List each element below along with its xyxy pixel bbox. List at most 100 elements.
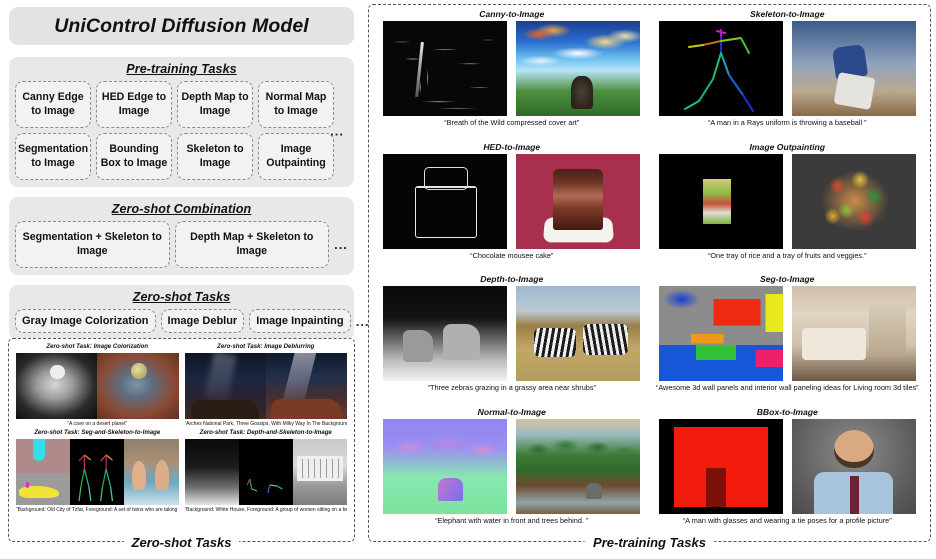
zeroshot-combination-group: Zero-shot Combination Segmentation + Ske… <box>9 197 354 275</box>
output-image-living-room <box>791 286 916 382</box>
zeroshot-example-task: Depth-and-Skeleton-to-Image <box>246 428 332 436</box>
zeroshot-example-images <box>16 352 179 419</box>
figure-root: UniControl Diffusion Model Pre-training … <box>0 0 936 559</box>
zeroshot-example-title: Zero-shot Task: Image Colorization <box>16 343 179 351</box>
task-chip-bounding-box[interactable]: Bounding Box to Image <box>96 133 173 180</box>
zeroshot-example-prefix: Zero-shot Task: <box>34 428 80 436</box>
tie-shape <box>850 475 859 514</box>
pretraining-example-caption: “Breath of the Wild compressed cover art… <box>444 119 580 128</box>
zeroshot-combination-heading: Zero-shot Combination <box>111 202 252 216</box>
pretraining-example-title: Image Outpainting <box>749 141 825 152</box>
pretraining-examples-grid: Canny-to-Image “Breath of the Wild compr… <box>374 8 925 538</box>
pretraining-tasks-group: Pre-training Tasks Canny Edge to Image H… <box>9 57 354 187</box>
output-image-fruit-tray <box>791 153 916 249</box>
output-image-white-house <box>292 438 348 505</box>
task-chip-depth-map[interactable]: Depth Map to Image <box>177 81 253 128</box>
zeroshot-example-prefix: Zero-shot Task: <box>217 343 263 350</box>
task-chip-skeleton[interactable]: Skeleton to Image <box>177 133 254 180</box>
zeroshot-example-title: Zero-shot Task: Image Deblurring <box>185 343 348 351</box>
zeroshot-tasks-group: Zero-shot Tasks Gray Image Colorization … <box>9 285 369 340</box>
input-image-segmentation-map <box>16 438 71 505</box>
skeleton-icon <box>246 478 283 494</box>
zeroshot-example-caption: “Background: White House, Foreground: A … <box>184 506 348 513</box>
pretraining-ellipsis: ... <box>330 123 344 138</box>
zeroshot-example-images <box>16 438 179 505</box>
combo-chip-seg-skeleton[interactable]: Segmentation + Skeleton to Image <box>15 221 170 268</box>
zeroshot-example-title: Zero-shot Task: Seg-and-Skeleton-to-Imag… <box>16 429 179 437</box>
model-title-box: UniControl Diffusion Model <box>9 7 354 45</box>
pretraining-row-1: Canny Edge to Image HED Edge to Image De… <box>15 81 334 128</box>
zs-chip-image-inpainting[interactable]: Image Inpainting <box>249 309 351 333</box>
pretraining-example-title: Seg-to-Image <box>760 274 815 284</box>
task-chip-segmentation[interactable]: Segmentation to Image <box>15 133 92 180</box>
zeroshot-examples-grid: Zero-shot Task: Image Colorization “A ca… <box>9 339 354 517</box>
pretraining-example-images <box>654 153 922 249</box>
zeroshot-example-images <box>184 352 347 419</box>
page-title: UniControl Diffusion Model <box>54 14 309 37</box>
zeroshot-example-caption: “Background: Old City of Tzfat, Foregrou… <box>16 506 179 513</box>
zeroshot-combination-ellipsis: ... <box>334 237 348 252</box>
pretraining-example-title: Canny-to-Image <box>479 9 545 19</box>
zeroshot-example-prefix: Zero-shot Task: <box>199 428 246 436</box>
skeleton-icon <box>683 29 754 113</box>
input-image-gray-cave <box>16 352 98 419</box>
output-image-color-cave <box>97 352 179 419</box>
pretraining-row-2: Segmentation to Image Bounding Box to Im… <box>15 133 334 180</box>
output-image-twins <box>124 438 179 505</box>
pretraining-heading: Pre-training Tasks <box>126 62 237 76</box>
zeroshot-example-seg-skeleton: Zero-shot Task: Seg-and-Skeleton-to-Imag… <box>13 428 182 514</box>
input-image-depth-map <box>184 438 239 505</box>
pretraining-frame-label: Pre-training Tasks <box>584 535 715 550</box>
pretraining-example-bbox: BBox-to-Image “A man with glasses and we… <box>650 406 926 539</box>
pretraining-example-caption: “Elephant with water in front and trees … <box>435 516 589 525</box>
pretraining-example-caption: “One tray of rice and a tray of fruits a… <box>707 251 867 260</box>
zeroshot-tasks-row: Gray Image Colorization Image Deblur Ima… <box>15 309 369 333</box>
pretraining-example-caption: “Awesome 3d wall panels and interior wal… <box>655 384 919 393</box>
pretraining-example-images <box>378 153 646 249</box>
pretraining-example-depth: Depth-to-Image “Three zebras grazing in … <box>374 273 650 406</box>
input-image-normal-map <box>383 418 508 514</box>
zeroshot-example-task: Image Deblurring <box>264 343 315 350</box>
output-image-sharp-milkyway <box>265 352 347 419</box>
input-image-hed-sketch <box>383 153 508 249</box>
output-image-zebras <box>516 286 641 382</box>
input-image-skeleton-pose <box>70 438 125 505</box>
pretraining-example-images <box>654 418 922 514</box>
combo-chip-depth-skeleton[interactable]: Depth Map + Skeleton to Image <box>174 221 329 268</box>
zeroshot-tasks-heading: Zero-shot Tasks <box>132 290 231 304</box>
pretraining-example-caption: “Three zebras grazing in a grassy area n… <box>427 384 596 393</box>
pretraining-example-outpainting: Image Outpainting “One tray of rice and … <box>650 141 926 274</box>
task-chip-hed-edge[interactable]: HED Edge to Image <box>96 81 172 128</box>
zeroshot-example-caption: “Arches National Park, Three Gossips, Wi… <box>184 420 348 427</box>
input-image-blurred-milkyway <box>184 352 266 419</box>
task-chip-image-outpainting[interactable]: Image Outpainting <box>258 133 334 180</box>
zeroshot-frame-label: Zero-shot Tasks <box>123 535 240 550</box>
zeroshot-example-title: Zero-shot Task: Depth-and-Skeleton-to-Im… <box>185 429 348 437</box>
zs-chip-gray-colorization[interactable]: Gray Image Colorization <box>15 309 156 333</box>
zs-chip-image-deblur[interactable]: Image Deblur <box>160 309 245 333</box>
task-chip-normal-map[interactable]: Normal Map to Image <box>258 81 334 128</box>
input-image-bounding-box <box>658 418 783 514</box>
output-image-chocolate-cake <box>516 153 641 249</box>
input-image-depth-map <box>383 286 508 382</box>
task-chip-canny-edge[interactable]: Canny Edge to Image <box>15 81 91 128</box>
zeroshot-example-task: Seg-and-Skeleton-to-Image <box>81 428 161 436</box>
seg-region-yellow <box>19 486 60 499</box>
zeroshot-example-depth-skeleton: Zero-shot Task: Depth-and-Skeleton-to-Im… <box>182 428 351 514</box>
zeroshot-example-images <box>184 438 348 505</box>
pretraining-example-skeleton: Skeleton-to-Image “A man in a Rays unifo… <box>650 8 926 141</box>
pretraining-example-title: HED-to-Image <box>483 141 541 152</box>
output-image-baseball-pitcher <box>791 21 916 117</box>
skeleton-icon <box>78 454 114 501</box>
pretraining-chip-grid: Canny Edge to Image HED Edge to Image De… <box>15 81 348 180</box>
zeroshot-example-caption: “A cave on a desert planet” <box>67 420 128 427</box>
pretraining-example-images <box>654 286 922 382</box>
zeroshot-example-prefix: Zero-shot Task: <box>46 343 92 350</box>
pretraining-example-hed: HED-to-Image “Chocolate mousee cake” <box>374 141 650 274</box>
zeroshot-example-task: Image Colorization <box>93 343 149 350</box>
zeroshot-examples-frame: Zero-shot Task: Image Colorization “A ca… <box>8 338 355 550</box>
output-image-elephant-savanna <box>516 418 641 514</box>
pretraining-example-caption: “Chocolate mousee cake” <box>470 251 554 260</box>
zeroshot-example-deblurring: Zero-shot Task: Image Deblurring “Arches… <box>182 342 351 428</box>
pretraining-example-caption: “A man with glasses and wearing a tie po… <box>682 516 892 525</box>
